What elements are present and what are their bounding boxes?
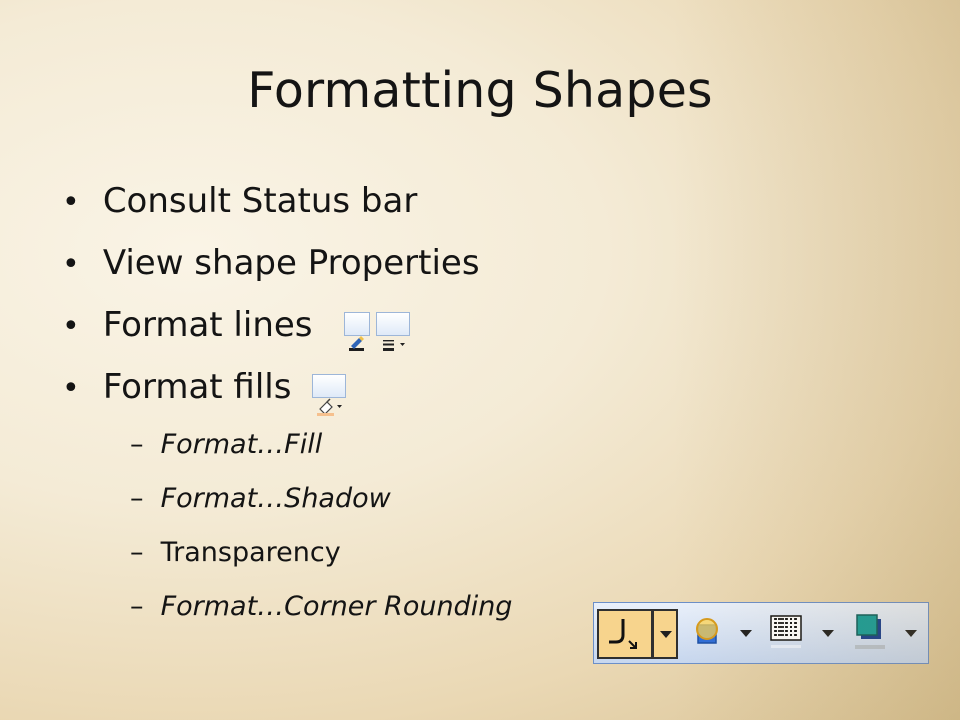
subitem-label: Transparency [160, 537, 341, 568]
subitem-format-fill: – Format…Fill [130, 418, 622, 472]
slide: Formatting Shapes • Consult Status bar •… [0, 0, 960, 720]
subitem-format-corner-rounding: – Format…Corner Rounding [130, 580, 622, 634]
format-toolbar [593, 602, 929, 664]
line-color-icon [344, 312, 370, 351]
bullet-label: Consult Status bar [102, 181, 418, 221]
fill-style-icon [696, 618, 718, 644]
dash-marker: – [130, 483, 144, 514]
dash-marker: – [130, 429, 144, 460]
subitem-format-shadow: – Format…Shadow [130, 472, 622, 526]
bullet-item-consult-status-bar: • Consult Status bar [62, 170, 622, 232]
subitem-label: Format…Corner Rounding [160, 591, 513, 622]
fill-style-button[interactable] [688, 609, 730, 659]
shadow-color-icon [855, 614, 885, 649]
shadow-color-dropdown-arrow-icon[interactable] [905, 630, 917, 637]
dropdown-arrow-icon [660, 631, 672, 638]
bullet-marker: • [62, 371, 80, 406]
bullet-marker: • [62, 185, 80, 220]
pattern-fill-button[interactable] [766, 609, 808, 659]
slide-title: Formatting Shapes [247, 62, 713, 119]
bullet-label: Format lines [102, 305, 313, 345]
bullet-label: Format fills [102, 367, 292, 407]
bullet-marker: • [62, 309, 80, 344]
bullet-label: View shape Properties [102, 243, 480, 283]
line-style-icon [376, 312, 410, 351]
pattern-fill-dropdown-arrow-icon[interactable] [822, 630, 834, 637]
bullet-marker: • [62, 247, 80, 282]
bullet-list: • Consult Status bar • View shape Proper… [62, 170, 622, 634]
corner-rounding-icon [609, 619, 637, 649]
corner-rounding-dropdown[interactable] [653, 609, 678, 659]
fill-style-dropdown-arrow-icon[interactable] [740, 630, 752, 637]
corner-rounding-button[interactable] [597, 609, 653, 659]
pattern-fill-icon [770, 615, 802, 648]
dash-marker: – [130, 591, 144, 622]
bullet-item-format-fills: • Format fills [62, 356, 622, 418]
bullet-item-format-lines: • Format lines [62, 294, 622, 356]
dash-marker: – [130, 537, 144, 568]
fill-color-icon [312, 374, 346, 416]
subitem-label: Format…Fill [160, 429, 323, 460]
subitem-transparency: – Transparency [130, 526, 622, 580]
shadow-color-button[interactable] [849, 609, 891, 659]
bullet-item-view-shape-properties: • View shape Properties [62, 232, 622, 294]
subitem-label: Format…Shadow [160, 483, 391, 514]
